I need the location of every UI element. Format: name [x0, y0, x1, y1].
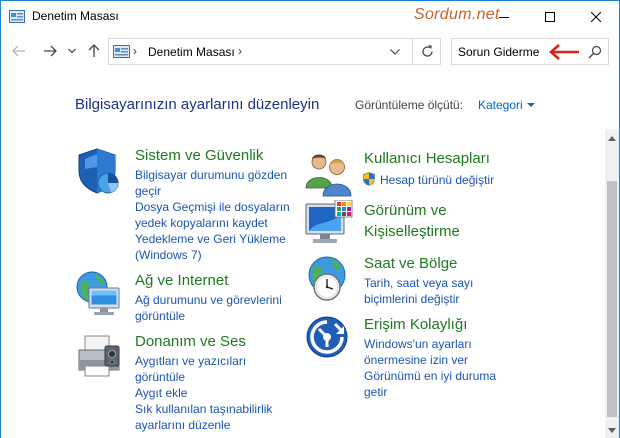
arrow-left-icon [12, 45, 25, 57]
link-backup-restore-cont[interactable]: (Windows 7) [135, 247, 202, 263]
category-title-user-accounts[interactable]: Kullanıcı Hesapları [364, 150, 490, 167]
search-input[interactable]: Sorun Giderme [458, 45, 539, 59]
category-title-ease-of-access[interactable]: Erişim Kolaylığı [364, 316, 467, 333]
link-review-computer-status-cont[interactable]: geçir [135, 183, 161, 199]
arrow-left-annotation-icon [549, 44, 579, 60]
link-network-status[interactable]: Ağ durumunu ve görevlerini [135, 292, 282, 308]
minimize-button[interactable] [481, 1, 527, 32]
chevron-down-icon[interactable] [527, 103, 535, 107]
maximize-icon [545, 11, 555, 22]
control-panel-icon [9, 10, 25, 23]
link-let-windows-suggest-cont[interactable]: önermesine izin ver [364, 352, 468, 368]
back-button[interactable] [10, 41, 28, 61]
address-dropdown-button[interactable] [388, 44, 402, 60]
scroll-up-button[interactable] [605, 131, 619, 145]
clock-globe-icon[interactable] [305, 255, 353, 303]
uac-shield-icon [363, 172, 375, 186]
search-box[interactable]: Sorun Giderme [451, 38, 609, 65]
vertical-scrollbar[interactable] [605, 129, 619, 438]
link-optimize-display[interactable]: Görünümü en iyi duruma [364, 368, 496, 384]
link-let-windows-suggest[interactable]: Windows'un ayarları [364, 336, 472, 352]
up-button[interactable] [85, 41, 103, 61]
navigation-bar: › Denetim Masası › Sorun Giderme [1, 32, 619, 72]
link-optimize-display-cont[interactable]: getir [364, 384, 387, 400]
caret-up-icon [608, 135, 616, 141]
breadcrumb-chevron-icon[interactable]: › [238, 44, 242, 58]
category-title-hardware-sound[interactable]: Donanım ve Ses [135, 333, 246, 350]
arrow-right-icon [44, 45, 57, 57]
link-mobility-settings[interactable]: Sık kullanılan taşınabilirlik [135, 401, 272, 417]
search-icon[interactable] [588, 45, 602, 59]
view-by-label: Görüntüleme ölçütü: [355, 98, 464, 112]
link-add-device[interactable]: Aygıt ekle [135, 385, 187, 401]
ease-of-access-icon[interactable] [305, 314, 353, 362]
breadcrumb-chevron-icon[interactable]: › [133, 44, 137, 58]
caret-down-icon [608, 427, 616, 433]
category-title-appearance[interactable]: Görünüm ve [364, 202, 447, 219]
breadcrumb-control-panel[interactable]: Denetim Masası [148, 45, 235, 59]
link-devices-printers[interactable]: Aygıtları ve yazıcıları [135, 353, 246, 369]
window-title: Denetim Masası [32, 9, 119, 23]
main-content: Bilgisayarınızın ayarlarını düzenleyin G… [1, 72, 605, 438]
close-button[interactable] [573, 1, 619, 32]
control-panel-window: Denetim Masası Sordum.net › Denetim Masa… [0, 0, 620, 438]
control-panel-icon [113, 45, 130, 58]
page-title: Bilgisayarınızın ayarlarını düzenleyin [75, 96, 320, 113]
category-title-appearance-cont[interactable]: Kişiselleştirme [364, 223, 460, 240]
link-devices-printers-cont[interactable]: görüntüle [135, 369, 185, 385]
link-network-status-cont[interactable]: görüntüle [135, 308, 185, 324]
arrow-up-icon [88, 44, 100, 57]
view-by-dropdown[interactable]: Kategori [478, 98, 523, 112]
recent-locations-button[interactable] [66, 41, 78, 61]
scroll-down-button[interactable] [605, 423, 619, 437]
refresh-button[interactable] [412, 39, 441, 64]
chevron-down-icon [68, 48, 76, 54]
printer-icon[interactable] [75, 332, 123, 380]
category-title-clock-region[interactable]: Saat ve Bölge [364, 255, 457, 272]
link-change-formats-cont[interactable]: biçimlerini değiştir [364, 291, 459, 307]
forward-button[interactable] [41, 41, 59, 61]
network-globe-icon[interactable] [75, 270, 123, 318]
chevron-down-icon [390, 49, 400, 55]
address-bar[interactable]: › Denetim Masası › [108, 38, 441, 65]
link-change-formats[interactable]: Tarih, saat veya sayı [364, 275, 473, 291]
refresh-icon [421, 45, 433, 57]
users-icon[interactable] [305, 150, 353, 198]
monitor-icon[interactable] [305, 200, 353, 248]
shield-icon[interactable] [75, 147, 123, 195]
link-mobility-settings-cont[interactable]: ayarlarını düzenle [135, 417, 230, 433]
link-change-account-type[interactable]: Hesap türünü değiştir [380, 172, 494, 188]
title-bar[interactable]: Denetim Masası Sordum.net [1, 1, 619, 32]
maximize-button[interactable] [527, 1, 573, 32]
link-review-computer-status[interactable]: Bilgisayar durumunu gözden [135, 167, 287, 183]
link-file-history-cont[interactable]: yedek kopyalarını kaydet [135, 215, 268, 231]
category-title-network-internet[interactable]: Ağ ve Internet [135, 272, 228, 289]
category-title-system-security[interactable]: Sistem ve Güvenlik [135, 147, 263, 164]
link-file-history[interactable]: Dosya Geçmişi ile dosyaların [135, 199, 290, 215]
scroll-thumb[interactable] [607, 181, 617, 417]
close-icon [591, 11, 601, 22]
minimize-icon [499, 16, 509, 18]
link-backup-restore[interactable]: Yedekleme ve Geri Yükleme [135, 231, 286, 247]
